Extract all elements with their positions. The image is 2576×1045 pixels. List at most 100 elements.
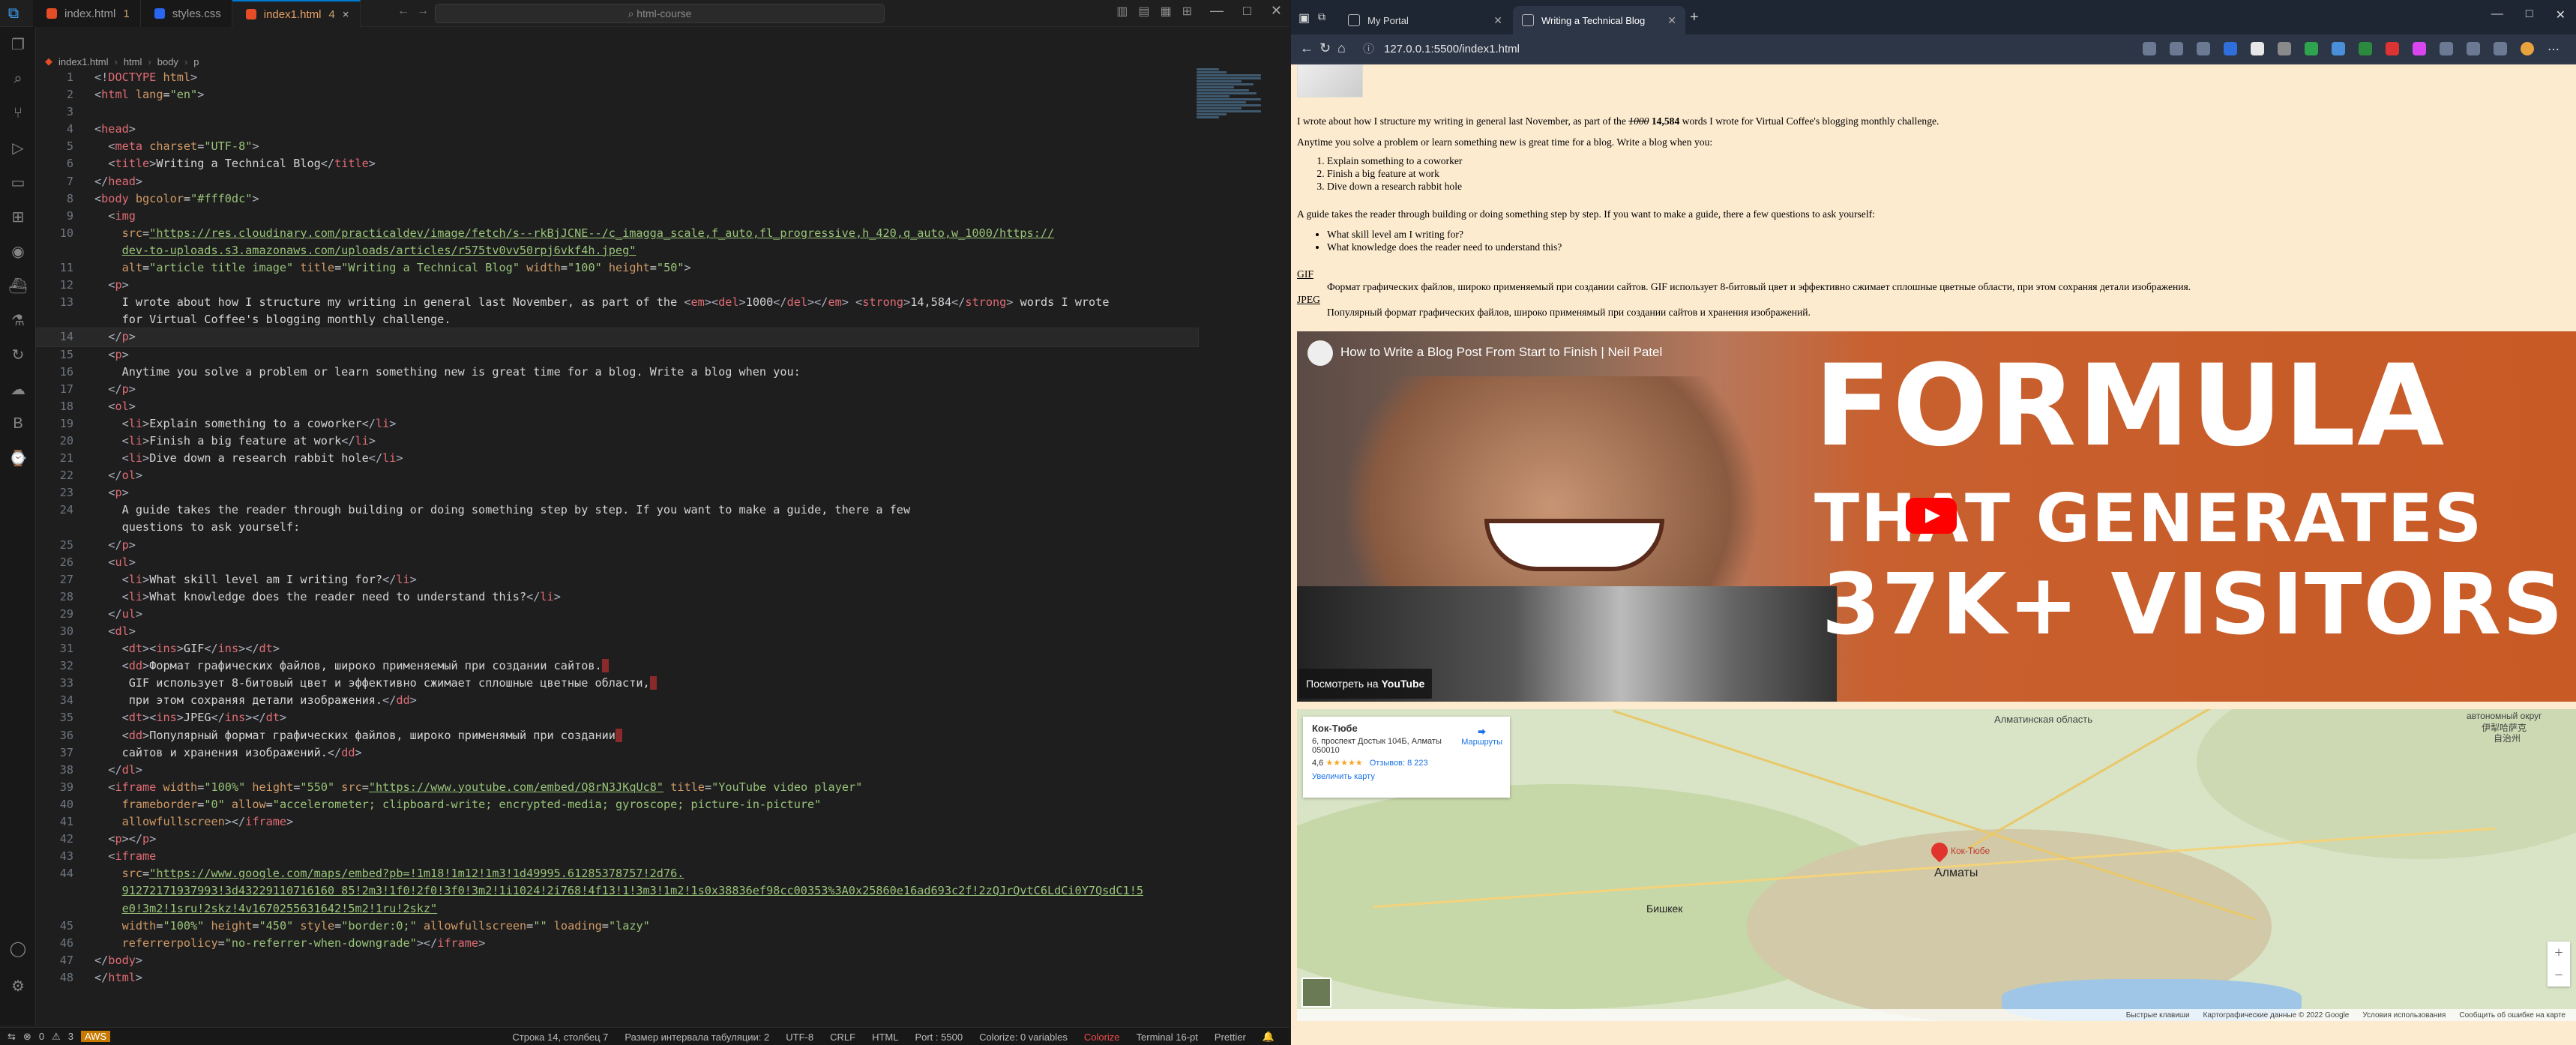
close-icon[interactable]: ✕ bbox=[2556, 7, 2566, 22]
code-line[interactable]: 40 frameborder="0" allow="accelerometer;… bbox=[36, 796, 1198, 813]
minimize-icon[interactable]: — bbox=[1210, 3, 1224, 19]
prettier-status[interactable]: Prettier bbox=[1215, 1032, 1246, 1043]
code-line[interactable]: 17 </p> bbox=[36, 381, 1198, 398]
reload-icon[interactable]: ↻ bbox=[1319, 40, 1331, 56]
close-tab-icon[interactable]: ✕ bbox=[1493, 14, 1502, 27]
code-line[interactable]: 44 src="https://www.google.com/maps/embe… bbox=[36, 865, 1198, 882]
zoom-in-icon[interactable]: + bbox=[2548, 942, 2570, 964]
forward-arrow-icon[interactable]: → bbox=[417, 4, 429, 18]
keyboard-shortcuts-link[interactable]: Быстрые клавиши bbox=[2126, 1011, 2190, 1020]
code-line[interactable]: 18 <ol> bbox=[36, 398, 1198, 415]
site-info-icon[interactable]: ⓘ bbox=[1363, 39, 1374, 60]
minimap[interactable] bbox=[1197, 67, 1264, 157]
code-line[interactable]: 30 <dl> bbox=[36, 623, 1198, 640]
run-debug-icon[interactable]: ▷ bbox=[0, 130, 36, 165]
code-line[interactable]: dev-to-uploads.s3.amazonaws.com/uploads/… bbox=[36, 242, 1198, 259]
testing-icon[interactable]: ⚗ bbox=[0, 303, 36, 337]
code-line[interactable]: 47 </body> bbox=[36, 952, 1198, 969]
errors-icon[interactable]: ⊗ bbox=[23, 1031, 31, 1043]
toggle-secondary-sidebar-icon[interactable]: ▦ bbox=[1160, 4, 1171, 19]
breadcrumb-item[interactable]: html bbox=[124, 56, 142, 67]
watch-on-youtube-button[interactable]: Посмотреть на YouTube bbox=[1298, 669, 1433, 699]
code-line[interactable]: 3 bbox=[36, 103, 1198, 121]
tab-index-html[interactable]: index.html 1 bbox=[33, 0, 141, 27]
enlarge-map-link[interactable]: Увеличить карту bbox=[1312, 772, 1501, 781]
more-menu-icon[interactable]: ⋯ bbox=[2548, 42, 2561, 56]
live-share-icon[interactable]: ↻ bbox=[0, 337, 36, 372]
close-icon[interactable]: × bbox=[343, 8, 349, 21]
play-button-icon[interactable] bbox=[1906, 498, 1957, 534]
code-line[interactable]: 23 <p> bbox=[36, 484, 1198, 502]
encoding[interactable]: UTF-8 bbox=[786, 1032, 813, 1043]
explorer-icon[interactable]: ❐ bbox=[0, 27, 36, 61]
breadcrumb-item[interactable]: index1.html bbox=[58, 56, 108, 67]
code-line[interactable]: 36 <dd>Популярный формат графических фай… bbox=[36, 727, 1198, 744]
code-line[interactable]: 34 при этом сохраняя детали изображения.… bbox=[36, 692, 1198, 709]
maximize-icon[interactable]: □ bbox=[1243, 3, 1251, 19]
downloads-icon[interactable] bbox=[2467, 42, 2480, 55]
code-line[interactable]: 33 GIF использует 8-битовый цвет и эффек… bbox=[36, 675, 1198, 692]
report-error-link[interactable]: Сообщить об ошибке на карте bbox=[2459, 1011, 2566, 1020]
reviews-link[interactable]: Отзывов: 8 223 bbox=[1370, 759, 1428, 768]
channel-avatar[interactable] bbox=[1307, 340, 1333, 366]
google-map-embed[interactable]: Алматинская область Алматы Бишкек Кок-Тю… bbox=[1297, 709, 2576, 1021]
satellite-toggle[interactable] bbox=[1301, 978, 1331, 1008]
toggle-panel-icon[interactable]: ▤ bbox=[1138, 4, 1149, 19]
docker-icon[interactable]: ⛴ bbox=[0, 268, 36, 303]
code-line[interactable]: 42 <p></p> bbox=[36, 831, 1198, 848]
remote-indicator-icon[interactable]: ⇆ bbox=[7, 1031, 16, 1043]
code-line[interactable]: 8 <body bgcolor="#fff0dc"> bbox=[36, 190, 1198, 208]
command-center-search[interactable]: ⌕ html-course bbox=[435, 4, 885, 23]
aws-status[interactable]: AWS bbox=[80, 1031, 111, 1042]
directions-button[interactable]: ⮕ Маршруты bbox=[1461, 726, 1502, 747]
minimize-icon[interactable]: — bbox=[2491, 7, 2503, 22]
error-count[interactable]: 0 bbox=[39, 1031, 44, 1042]
code-line[interactable]: 7 </head> bbox=[36, 173, 1198, 190]
customize-layout-icon[interactable]: ⊞ bbox=[1182, 4, 1192, 19]
settings-gear-icon[interactable]: ⚙ bbox=[0, 969, 36, 1003]
code-line[interactable]: 37 сайтов и хранения изображений.</dd> bbox=[36, 744, 1198, 762]
video-title[interactable]: How to Write a Blog Post From Start to F… bbox=[1340, 345, 1662, 360]
code-line[interactable]: 43 <iframe bbox=[36, 848, 1198, 865]
code-line[interactable]: 48 </html> bbox=[36, 969, 1198, 987]
code-line[interactable]: 25 </p> bbox=[36, 537, 1198, 554]
warning-icon[interactable]: ⚠ bbox=[52, 1031, 61, 1043]
vscode-logo-icon[interactable]: ⧉ bbox=[4, 4, 22, 22]
browser-tab-my-portal[interactable]: My Portal ✕ bbox=[1339, 6, 1511, 34]
code-line[interactable]: 31 <dt><ins>GIF</ins></dt> bbox=[36, 640, 1198, 657]
code-line[interactable]: 91272171937993!3d43229110716160 85!2m3!1… bbox=[36, 882, 1198, 900]
youtube-video-embed[interactable]: How to Write a Blog Post From Start to F… bbox=[1297, 331, 2576, 702]
back-arrow-icon[interactable]: ← bbox=[1300, 40, 1313, 56]
code-line[interactable]: 20 <li>Finish a big feature at work</li> bbox=[36, 433, 1198, 450]
back-arrow-icon[interactable]: ← bbox=[397, 4, 409, 18]
code-line[interactable]: 14 </p> bbox=[35, 328, 1199, 347]
github-icon[interactable]: ◉ bbox=[0, 234, 36, 268]
code-line[interactable]: 6 <title>Writing a Technical Blog</title… bbox=[36, 155, 1198, 172]
code-line[interactable]: 38 </dl> bbox=[36, 762, 1198, 779]
new-tab-icon[interactable]: + bbox=[1690, 9, 1699, 26]
line-endings[interactable]: CRLF bbox=[830, 1032, 855, 1043]
warning-count[interactable]: 3 bbox=[68, 1031, 73, 1042]
aws-icon[interactable]: ☁ bbox=[0, 372, 36, 406]
profile-avatar[interactable] bbox=[2521, 42, 2534, 55]
workspaces-icon[interactable]: ▣ bbox=[1298, 10, 1310, 25]
indentation[interactable]: Размер интервала табуляции: 2 bbox=[625, 1032, 769, 1043]
code-line[interactable]: 46 referrerpolicy="no-referrer-when-down… bbox=[36, 935, 1198, 952]
code-line[interactable]: 9 <img bbox=[36, 208, 1198, 225]
extension-icon[interactable] bbox=[2332, 42, 2345, 55]
colorize-status[interactable]: Colorize: 0 variables bbox=[979, 1032, 1068, 1043]
code-line[interactable]: 1 <!DOCTYPE html> bbox=[36, 69, 1198, 86]
code-line[interactable]: 2 <html lang="en"> bbox=[36, 86, 1198, 103]
code-line[interactable]: 39 <iframe width="100%" height="550" src… bbox=[36, 779, 1198, 796]
tab-styles-css[interactable]: styles.css bbox=[140, 0, 232, 27]
code-line[interactable]: e0!3m2!1sru!2skz!4v1670255631642!5m2!1ru… bbox=[36, 900, 1198, 918]
code-line[interactable]: 4 <head> bbox=[36, 121, 1198, 138]
terms-link[interactable]: Условия использования bbox=[2362, 1011, 2446, 1020]
home-icon[interactable]: ⌂ bbox=[1337, 40, 1346, 56]
code-line[interactable]: 45 width="100%" height="450" style="bord… bbox=[36, 918, 1198, 935]
code-line[interactable]: 5 <meta charset="UTF-8"> bbox=[36, 138, 1198, 155]
code-line[interactable]: 24 A guide takes the reader through buil… bbox=[36, 502, 1198, 519]
extension-icon[interactable] bbox=[2413, 42, 2426, 55]
remote-explorer-icon[interactable]: ▭ bbox=[0, 165, 36, 199]
extension-icon[interactable] bbox=[2251, 42, 2264, 55]
